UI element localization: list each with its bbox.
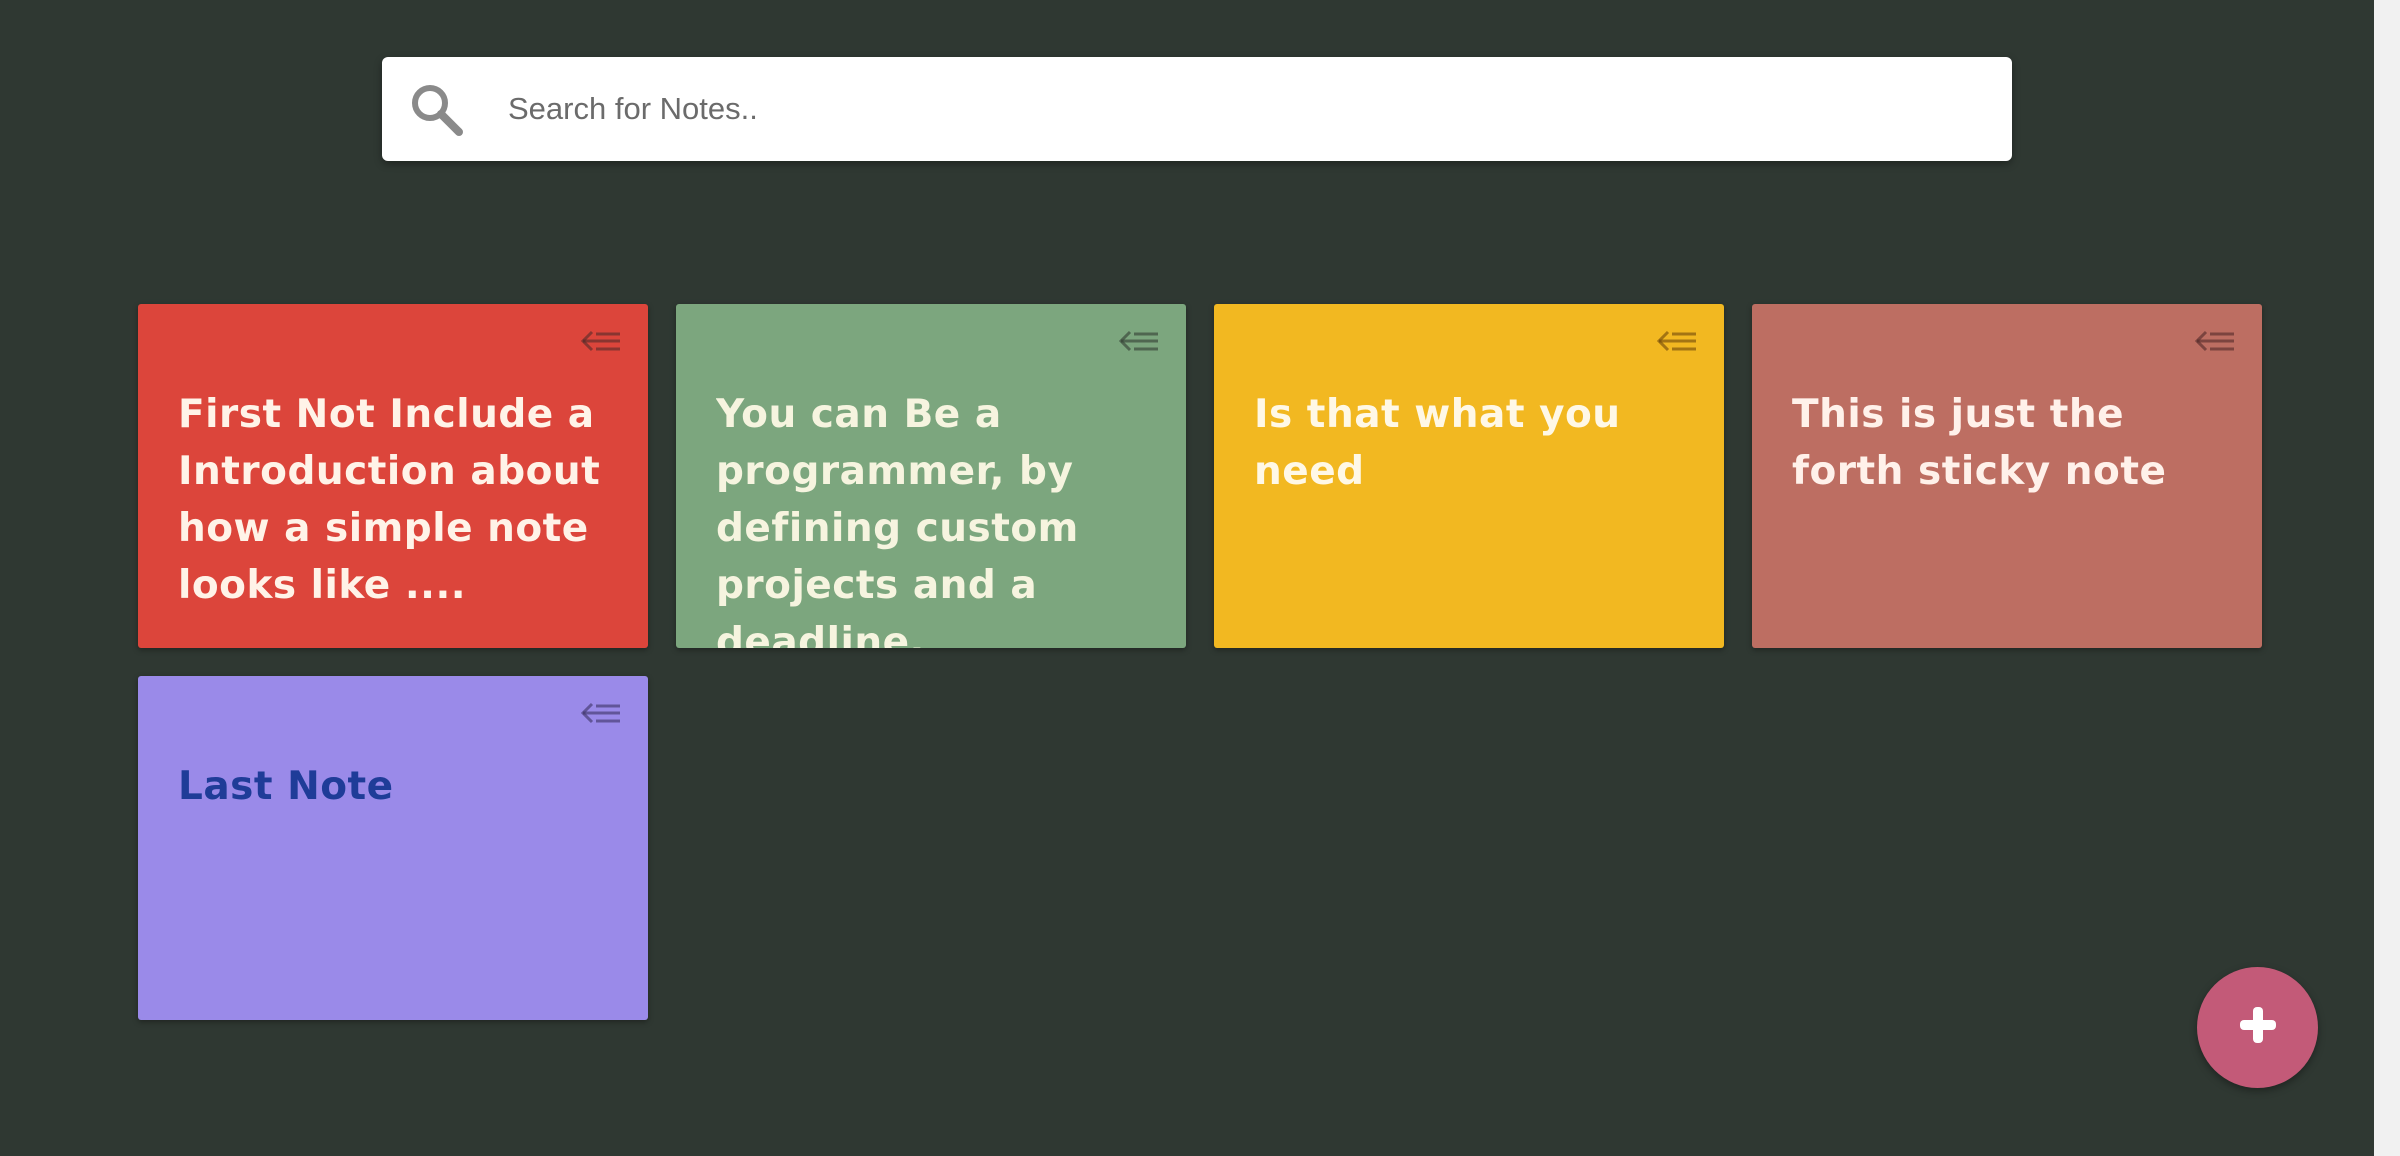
note-text[interactable]: You can Be a programmer, by defining cus… bbox=[716, 386, 1146, 648]
scrollbar[interactable] bbox=[2374, 0, 2400, 1156]
note-text[interactable]: First Not Include a Introduction about h… bbox=[178, 386, 608, 648]
note-card[interactable]: Is that what you need bbox=[1214, 304, 1724, 648]
plus-icon bbox=[2238, 1005, 2278, 1050]
add-note-button[interactable] bbox=[2197, 967, 2318, 1088]
note-card[interactable]: This is just the forth sticky note bbox=[1752, 304, 2262, 648]
menu-collapse-icon[interactable] bbox=[1656, 326, 1698, 360]
menu-collapse-icon[interactable] bbox=[580, 326, 622, 360]
note-card[interactable]: Last Note bbox=[138, 676, 648, 1020]
notes-app: First Not Include a Introduction about h… bbox=[0, 0, 2400, 1156]
search-input[interactable] bbox=[508, 57, 2012, 161]
note-text[interactable]: Last Note bbox=[178, 758, 608, 1020]
menu-collapse-icon[interactable] bbox=[1118, 326, 1160, 360]
note-text[interactable]: This is just the forth sticky note bbox=[1792, 386, 2222, 648]
note-card[interactable]: First Not Include a Introduction about h… bbox=[138, 304, 648, 648]
notes-grid: First Not Include a Introduction about h… bbox=[138, 304, 2262, 1020]
search-icon[interactable] bbox=[404, 77, 468, 141]
note-text[interactable]: Is that what you need bbox=[1254, 386, 1684, 648]
note-card[interactable]: You can Be a programmer, by defining cus… bbox=[676, 304, 1186, 648]
menu-collapse-icon[interactable] bbox=[2194, 326, 2236, 360]
menu-collapse-icon[interactable] bbox=[580, 698, 622, 732]
search-bar bbox=[382, 57, 2012, 161]
